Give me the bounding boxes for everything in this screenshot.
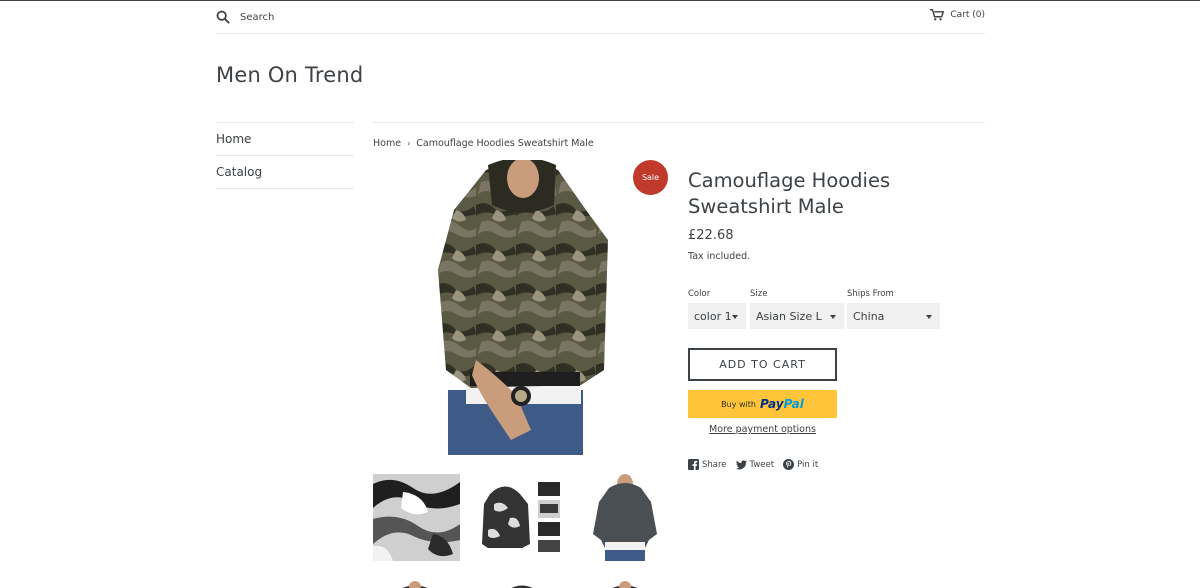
share-facebook-link[interactable]: Share	[688, 459, 727, 470]
social-share-bar: Share Tweet Pin it	[688, 459, 827, 470]
product-title: Camouflage Hoodies Sweatshirt Male	[688, 169, 891, 218]
facebook-icon	[688, 459, 699, 470]
product-thumbnail[interactable]	[497, 577, 547, 588]
breadcrumb-separator-icon: ›	[407, 139, 411, 148]
sidebar-nav: Home Catalog	[216, 122, 354, 189]
search-bar[interactable]	[216, 8, 516, 26]
size-select[interactable]: Asian Size L	[750, 303, 844, 329]
color-select-value: color 1	[694, 309, 732, 323]
size-label: Size	[750, 289, 768, 299]
ships-from-select[interactable]: China	[847, 303, 940, 329]
breadcrumb-current: Camouflage Hoodies Sweatshirt Male	[416, 138, 594, 149]
twitter-icon	[735, 460, 747, 470]
tweet-label: Tweet	[749, 459, 775, 470]
ships-from-select-value: China	[853, 309, 885, 323]
pin-it-link[interactable]: Pin it	[783, 459, 818, 470]
chevron-down-icon	[926, 315, 932, 319]
cart-label[interactable]: Cart (0)	[950, 10, 985, 20]
chevron-down-icon	[830, 315, 836, 319]
chevron-down-icon	[732, 315, 738, 319]
paypal-button[interactable]: Buy with Pay Pal	[688, 390, 837, 418]
color-select[interactable]: color 1	[688, 303, 746, 329]
sidebar-item-home[interactable]: Home	[216, 123, 354, 156]
cart-icon	[930, 9, 945, 21]
tweet-link[interactable]: Tweet	[735, 459, 775, 470]
share-label: Share	[702, 459, 727, 470]
main-divider	[373, 122, 985, 123]
top-border	[0, 0, 1200, 1]
paypal-logo-pal: Pal	[783, 397, 804, 411]
paypal-logo-pay: Pay	[759, 397, 784, 411]
add-to-cart-button[interactable]: ADD TO CART	[688, 348, 837, 381]
header-divider	[216, 33, 985, 34]
sidebar-item-catalog[interactable]: Catalog	[216, 156, 354, 189]
product-thumbnail[interactable]	[373, 474, 460, 561]
product-thumbnail[interactable]	[480, 474, 567, 561]
product-main-image[interactable]	[436, 160, 611, 455]
product-thumbnail[interactable]	[600, 577, 650, 588]
product-thumbnail[interactable]	[390, 577, 440, 588]
product-thumbnail[interactable]	[587, 474, 662, 561]
pin-it-label: Pin it	[797, 459, 819, 470]
ships-from-label: Ships From	[847, 289, 894, 299]
breadcrumb-home[interactable]: Home	[373, 138, 401, 149]
pinterest-icon	[783, 459, 795, 470]
cart-link[interactable]: Cart (0)	[930, 9, 985, 21]
sale-badge: Sale	[633, 160, 668, 195]
site-title[interactable]: Men On Trend	[216, 63, 363, 87]
product-price: £22.68	[688, 228, 734, 243]
search-icon[interactable]	[216, 10, 230, 24]
search-input[interactable]	[240, 11, 440, 23]
breadcrumb: Home › Camouflage Hoodies Sweatshirt Mal…	[373, 138, 594, 149]
tax-note: Tax included.	[688, 251, 751, 262]
color-label: Color	[688, 289, 711, 299]
more-payment-options-link[interactable]: More payment options	[688, 424, 837, 435]
paypal-prefix: Buy with	[721, 399, 756, 409]
size-select-value: Asian Size L	[756, 309, 822, 323]
